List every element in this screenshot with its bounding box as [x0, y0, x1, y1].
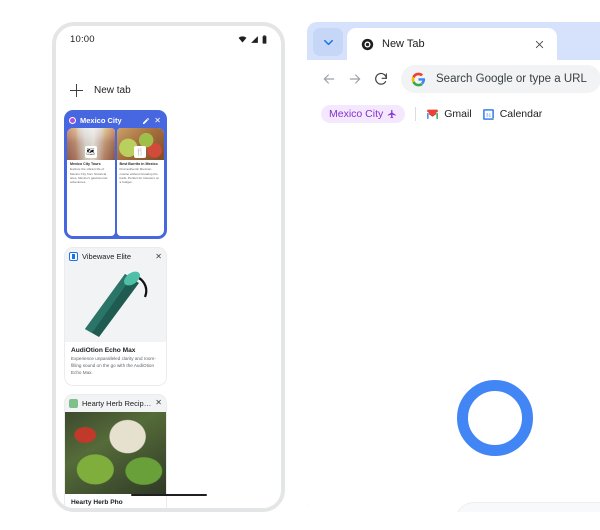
- tab-title: AudiOtion Echo Max: [71, 347, 136, 354]
- bookmark-mexico-city[interactable]: Mexico City: [321, 105, 406, 123]
- tab-title: New Tab: [382, 38, 425, 50]
- bookmark-label: Mexico City: [329, 108, 384, 120]
- tab-new-tab[interactable]: New Tab: [347, 28, 557, 60]
- tab-group-mexico-city[interactable]: Mexico City ✕ 🗺 Mexico City Tours Explor…: [64, 110, 167, 239]
- signal-icon: [251, 35, 258, 43]
- tab-text: Best Burrito in Mexico Find authentic Me…: [116, 160, 164, 186]
- restaurant-icon: 🍴: [134, 146, 147, 158]
- reload-icon[interactable]: [373, 71, 389, 87]
- list-item[interactable]: 🍴 Best Burrito in Mexico Find authentic …: [116, 128, 164, 236]
- leaf-icon: [69, 398, 78, 408]
- status-bar: 10:00: [56, 26, 281, 52]
- new-tab-page: Search Google or type a URL: [307, 130, 600, 512]
- speaker-illustration: [85, 271, 148, 337]
- tab-thumbnail: 🍴: [116, 128, 164, 160]
- tab-title: Mexico City Tours: [70, 162, 101, 166]
- status-icons: [238, 34, 267, 44]
- close-icon[interactable]: [534, 39, 545, 50]
- divider: [415, 107, 417, 121]
- close-icon[interactable]: ✕: [154, 116, 161, 125]
- tab-card-header: Vibewave Elite ✕: [65, 248, 166, 265]
- bookmark-label: Calendar: [499, 108, 543, 120]
- tab-text: AudiOtion Echo Max Experience unparallel…: [65, 342, 166, 385]
- home-indicator[interactable]: [130, 493, 207, 496]
- tab-text: Hearty Herb Pho This healthy, satisfying…: [65, 493, 166, 512]
- tab-description: This healthy, satisfying vegan soup has …: [71, 507, 160, 512]
- tab-thumbnail: 🗺: [67, 128, 115, 160]
- new-tab-button[interactable]: New tab: [56, 78, 281, 102]
- omnibox-placeholder: Search Google or type a URL: [436, 73, 587, 85]
- chrome-icon: [361, 38, 374, 50]
- chevron-down-icon: [323, 39, 333, 45]
- tab-title: Hearty Herb Pho: [71, 498, 123, 506]
- browser-toolbar: Search Google or type a URL: [307, 60, 600, 98]
- bookmark-label: Gmail: [444, 108, 472, 120]
- tab-thumbnail: [65, 265, 166, 342]
- wifi-icon: [238, 35, 247, 42]
- tab-head-title: Hearty Herb Recipes: [82, 398, 152, 408]
- tab-group-title: Mexico City: [80, 116, 122, 125]
- gmail-icon: [427, 109, 439, 119]
- new-tab-label: New tab: [94, 84, 131, 96]
- google-logo: [457, 380, 533, 456]
- close-icon[interactable]: ✕: [155, 399, 162, 407]
- airplane-icon: [388, 109, 397, 119]
- tab-group-body: 🗺 Mexico City Tours Explore the vibrant …: [67, 128, 164, 236]
- status-time: 10:00: [70, 33, 95, 45]
- search-input[interactable]: Search Google or type a URL: [401, 65, 600, 93]
- close-icon[interactable]: ✕: [155, 252, 162, 261]
- bookmark-gmail[interactable]: Gmail: [426, 108, 472, 121]
- speaker-image: [65, 265, 166, 342]
- ntp-search-input[interactable]: Search Google or type a URL: [455, 502, 600, 512]
- svg-text:31: 31: [485, 112, 491, 118]
- browser-window: New Tab Search Google or type a URL Mexi…: [307, 22, 600, 512]
- back-arrow-icon[interactable]: [321, 71, 337, 87]
- tab-group-header[interactable]: Mexico City ✕: [67, 113, 164, 128]
- tab-text: Mexico City Tours Explore the vibrant li…: [67, 160, 115, 186]
- google-g-icon: [411, 72, 426, 86]
- tab-description: Experience unparalleled clarity and room…: [71, 356, 156, 375]
- battery-icon: [262, 34, 267, 44]
- tab-strip: New Tab: [307, 22, 600, 60]
- phone-screen: 10:00 New tab Mexico City ✕ 🗺 Mexico Cit…: [56, 26, 281, 508]
- list-item[interactable]: 🗺 Mexico City Tours Explore the vibrant …: [67, 128, 115, 236]
- tab-title: Best Burrito in Mexico: [119, 162, 158, 166]
- phone-device: 10:00 New tab Mexico City ✕ 🗺 Mexico Cit…: [52, 22, 285, 512]
- group-color-dot: [69, 117, 76, 124]
- tab-description: Explore the vibrant life of Mexico City …: [70, 167, 108, 184]
- tab-card-vibewave-elite[interactable]: Vibewave Elite ✕ AudiOtion Echo Max Expe…: [64, 247, 167, 386]
- tab-description: Find authentic Mexican cuisine without b…: [119, 167, 160, 184]
- tab-thumbnail: [65, 411, 166, 494]
- bookmark-calendar[interactable]: 31 Calendar: [482, 108, 543, 121]
- tab-card-header: Hearty Herb Recipes ✕: [65, 394, 166, 412]
- calendar-icon: 31: [482, 108, 494, 120]
- forward-arrow-icon[interactable]: [347, 71, 363, 87]
- map-icon: 🗺: [84, 146, 97, 158]
- bookmarks-bar: Mexico City Gmail 31 Calendar: [307, 98, 600, 130]
- pencil-icon[interactable]: [142, 117, 150, 125]
- plus-icon: [70, 83, 83, 97]
- tab-head-title: Vibewave Elite: [82, 252, 132, 261]
- screenshot-root: 10:00 New tab Mexico City ✕ 🗺 Mexico Cit…: [0, 0, 600, 530]
- tab-grid: Mexico City ✕ 🗺 Mexico City Tours Explor…: [64, 110, 273, 512]
- speaker-icon: [69, 252, 78, 261]
- tab-search-button[interactable]: [313, 28, 343, 56]
